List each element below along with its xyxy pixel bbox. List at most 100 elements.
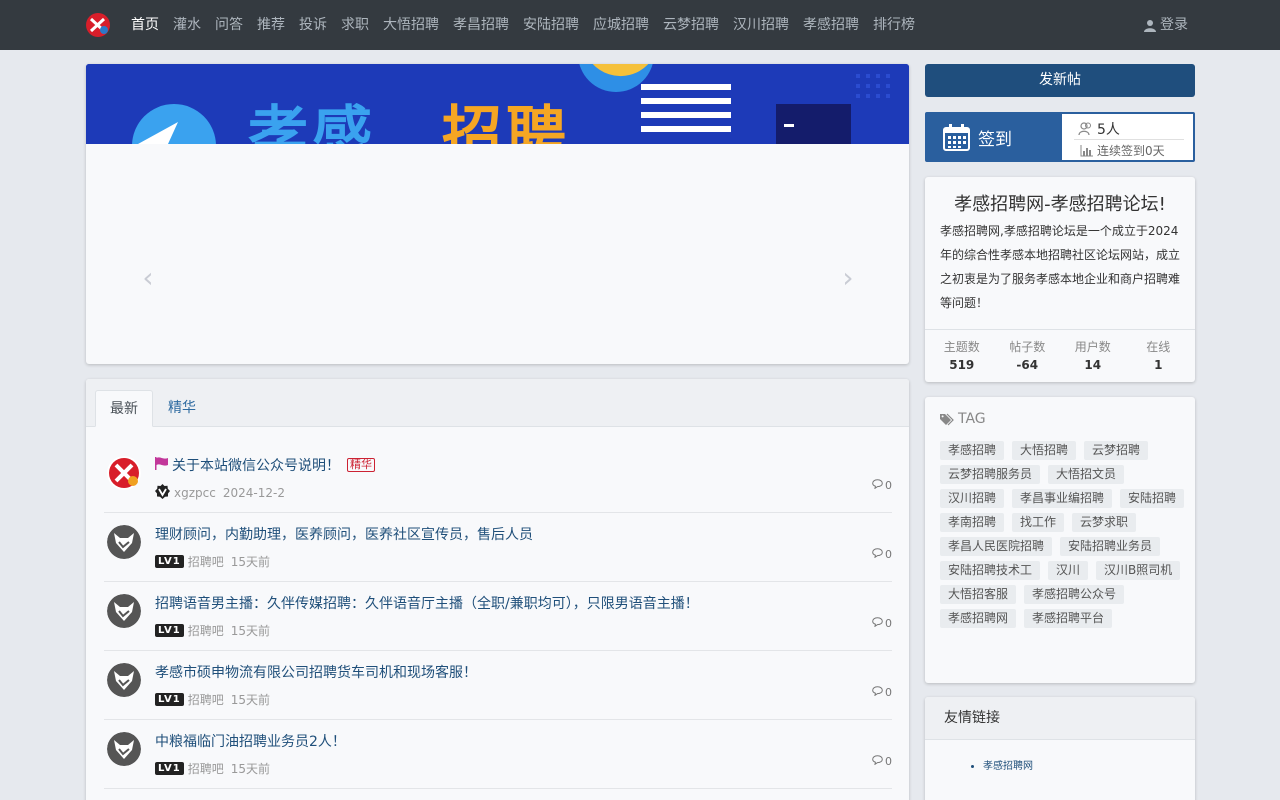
tag-item[interactable]: 大悟招聘 [1012,441,1077,460]
tag-item[interactable]: 安陆招聘业务员 [1060,537,1161,556]
avatar[interactable] [107,732,141,766]
main-nav: 首页 灌水 问答 推荐 投诉 求职 大悟招聘 孝昌招聘 安陆招聘 应城招聘 云梦招聘 汉川招聘 孝感招聘… [124,0,922,50]
users-icon [1078,122,1091,136]
thread-title[interactable]: 中粮福临门油招聘业务员2人！ [155,731,346,751]
tab-featured[interactable]: 精华 [154,390,210,427]
signin-divider [1074,139,1184,140]
thread-title-text[interactable]: 中粮福临门油招聘业务员2人！ [155,731,346,751]
nav-item[interactable]: 求职 [334,0,376,50]
thread-title-text[interactable]: 关于本站微信公众号说明！ [172,455,340,475]
featured-badge: 精华 [347,458,375,472]
tag-item[interactable]: 孝昌事业编招聘 [1012,489,1113,508]
avatar[interactable] [107,456,141,490]
tag-item[interactable]: 孝感招聘网 [940,609,1017,628]
stat-value: 519 [949,358,975,372]
nav-item[interactable]: 排行榜 [866,0,922,50]
comment-icon [872,479,883,492]
thread-author[interactable]: 招聘吧 [188,691,224,708]
tag-item[interactable]: 云梦求职 [1072,513,1137,532]
nav-item[interactable]: 灌水 [166,0,208,50]
reply-count: 0 [872,479,892,492]
reply-count-value: 0 [885,686,892,699]
friend-link[interactable]: 孝感招聘网 [983,757,1033,772]
thread-row[interactable]: 关于本站微信公众号说明！ 精华 xgzpcc 2024-12-2 0 [104,444,892,513]
tag-item[interactable]: 大悟招文员 [1048,465,1125,484]
nav-item[interactable]: 孝昌招聘 [446,0,516,50]
new-post-button[interactable]: 发新帖 [925,64,1195,97]
thread-author[interactable]: 招聘吧 [188,760,224,777]
banner-carousel[interactable]: 孝感 招聘 ‹ › [86,64,909,364]
user-icon [1144,19,1156,32]
thread-row[interactable]: 招聘语音男主播：久伴传媒招聘：久伴语音厅主播（全职/兼职均可），只限男语音主播！… [104,582,892,651]
comment-icon [872,686,883,699]
site-description: 孝感招聘网,孝感招聘论坛是一个成立于2024年的综合性孝感本地招聘社区论坛网站，… [940,224,1181,310]
friend-links-list: 孝感招聘网 [983,757,1033,772]
nav-item[interactable]: 首页 [124,0,166,50]
banner-title-part1: 孝感 [248,100,376,144]
tag-item[interactable]: 孝感招聘公众号 [1024,585,1125,604]
stat-label: 用户数 [1074,340,1111,354]
reply-count: 0 [872,755,892,768]
tag-item[interactable]: 找工作 [1012,513,1065,532]
signin-count: 5人 [1078,119,1120,139]
site-logo-icon[interactable] [86,13,110,37]
nav-item[interactable]: 问答 [208,0,250,50]
banner-image[interactable]: 孝感 招聘 [86,64,909,144]
nav-item[interactable]: 大悟招聘 [376,0,446,50]
tag-item[interactable]: 孝感招聘 [940,441,1005,460]
avatar[interactable] [107,663,141,697]
flag-icon [155,456,169,474]
tag-item[interactable]: 大悟招客服 [940,585,1017,604]
thread-row[interactable]: 孝感市硕申物流有限公司招聘货车司机和现场客服！ LV1 招聘吧 15天前 0 [104,651,892,720]
thread-author[interactable]: xgzpcc [174,486,216,500]
thread-meta: xgzpcc 2024-12-2 [155,484,285,502]
tag-item[interactable]: 孝感招聘平台 [1024,609,1113,628]
tag-item[interactable]: 汉川 [1048,561,1089,580]
nav-item[interactable]: 应城招聘 [586,0,656,50]
carousel-next-icon[interactable]: › [838,260,858,296]
signin-streak: 连续签到0天 [1080,142,1165,159]
avatar[interactable] [107,594,141,628]
thread-author[interactable]: 招聘吧 [188,622,224,639]
thread-title[interactable]: 孝感市硕申物流有限公司招聘货车司机和现场客服！ [155,662,477,682]
nav-item[interactable]: 汉川招聘 [726,0,796,50]
tag-item[interactable]: 云梦招聘服务员 [940,465,1041,484]
signin-button[interactable]: 签到 [927,114,1062,160]
bar-chart-icon [1080,144,1093,156]
nav-item[interactable]: 云梦招聘 [656,0,726,50]
thread-title[interactable]: 招聘语音男主播：久伴传媒招聘：久伴语音厅主播（全职/兼职均可），只限男语音主播！ [155,593,699,613]
tag-item[interactable]: 安陆招聘 [1120,489,1185,508]
tag-item[interactable]: 汉川招聘 [940,489,1005,508]
stat-label: 帖子数 [1009,340,1046,354]
nav-item[interactable]: 安陆招聘 [516,0,586,50]
thread-title-text[interactable]: 招聘语音男主播：久伴传媒招聘：久伴语音厅主播（全职/兼职均可），只限男语音主播！ [155,593,699,613]
thread-author[interactable]: 招聘吧 [188,553,224,570]
friend-links-panel: 友情链接 孝感招聘网 [925,697,1195,800]
tag-panel: TAG 孝感招聘 大悟招聘 云梦招聘 云梦招聘服务员 大悟招文员 汉川招聘 孝昌事业编招聘安… [925,397,1195,683]
nav-item[interactable]: 投诉 [292,0,334,50]
thread-title-text[interactable]: 孝感市硕申物流有限公司招聘货车司机和现场客服！ [155,662,477,682]
stat-value: 14 [1084,358,1102,372]
tag-item[interactable]: 云梦招聘 [1084,441,1149,460]
thread-title[interactable]: 关于本站微信公众号说明！ 精华 [155,455,375,475]
nav-item[interactable]: 推荐 [250,0,292,50]
tab-latest[interactable]: 最新 [95,390,153,427]
carousel-prev-icon[interactable]: ‹ [138,260,158,296]
user-level-badge: LV1 [155,762,184,775]
nav-item[interactable]: 孝感招聘 [796,0,866,50]
login-link[interactable]: 登录 [1144,0,1188,50]
tag-item[interactable]: 孝南招聘 [940,513,1005,532]
stat-item: 帖子数 -64 [995,330,1061,382]
thread-row[interactable]: 中粮福临门油招聘业务员2人！ LV1 招聘吧 15天前 0 [104,720,892,789]
thread-row[interactable]: 理财顾问，内勤助理，医养顾问，医养社区宣传员，售后人员 LV1 招聘吧 15天前 0 [104,513,892,582]
avatar[interactable] [107,525,141,559]
thread-time: 15天前 [230,555,270,569]
tag-item[interactable]: 安陆招聘技术工 [940,561,1041,580]
login-label: 登录 [1160,17,1188,33]
tag-item[interactable]: 孝昌人民医院招聘 [940,537,1053,556]
thread-title-text[interactable]: 理财顾问，内勤助理，医养顾问，医养社区宣传员，售后人员 [155,524,533,544]
thread-time: 2024-12-2 [222,486,285,500]
stat-item: 用户数 14 [1060,330,1126,382]
tag-item[interactable]: 汉川B照司机 [1096,561,1181,580]
thread-title[interactable]: 理财顾问，内勤助理，医养顾问，医养社区宣传员，售后人员 [155,524,533,544]
